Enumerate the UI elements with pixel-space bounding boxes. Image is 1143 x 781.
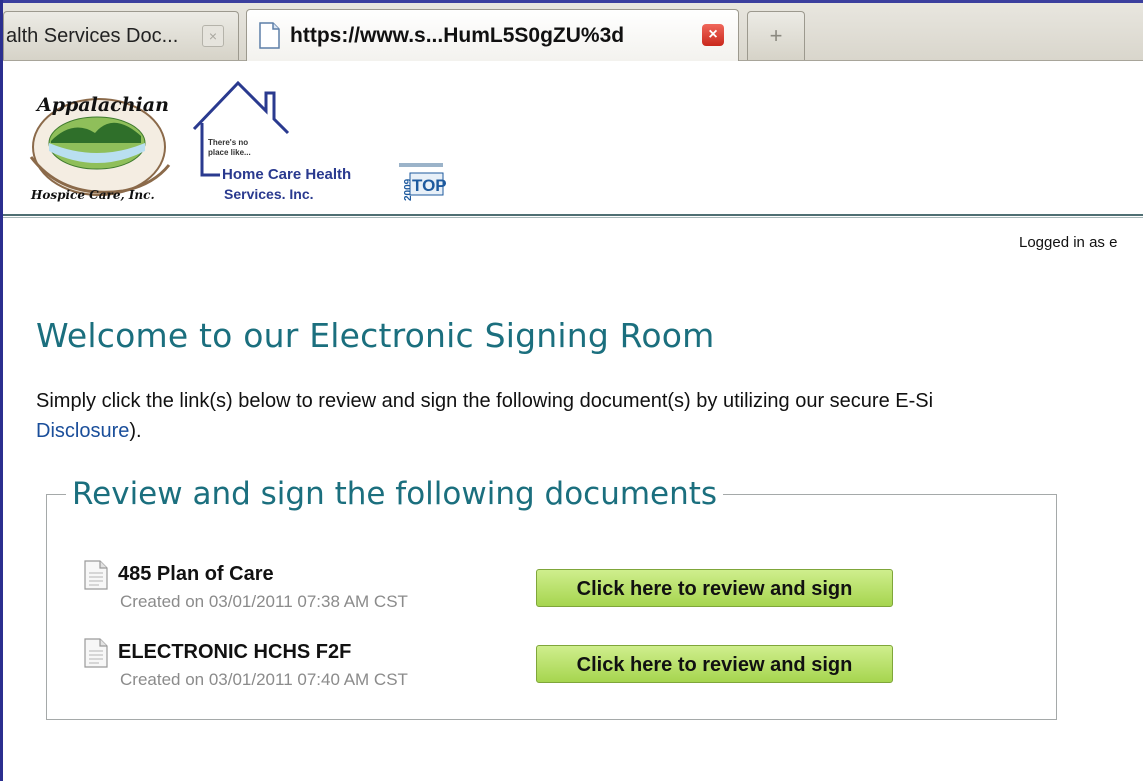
home-care-name-2: Services, Inc. xyxy=(224,186,314,199)
tab-title: https://www.s...HumL5S0gZU%3d xyxy=(290,23,625,47)
plus-icon: + xyxy=(769,23,783,48)
review-and-sign-button[interactable]: Click here to review and sign xyxy=(536,645,893,683)
home-care-name-1: Home Care Health xyxy=(222,166,351,183)
document-created-date: Created on 03/01/2011 07:40 AM CST xyxy=(120,670,408,689)
document-title: ELECTRONIC HCHS F2F xyxy=(118,641,352,663)
intro-suffix: ). xyxy=(129,420,142,442)
document-title: 485 Plan of Care xyxy=(118,563,274,585)
close-tab-icon[interactable]: × xyxy=(202,25,224,47)
tab-title: alth Services Doc... xyxy=(6,24,179,47)
document-icon xyxy=(84,560,108,590)
document-icon xyxy=(84,638,108,668)
intro-paragraph: Simply click the link(s) below to review… xyxy=(36,386,1143,446)
appalachian-logo-text: Appalachian xyxy=(35,94,169,116)
page-title: Welcome to our Electronic Signing Room xyxy=(36,316,715,355)
browser-tab-bar: alth Services Doc... × https://www.s...H… xyxy=(3,3,1143,61)
top-agency-badge: 2009 TOP xyxy=(397,159,447,205)
new-tab-button[interactable]: + xyxy=(747,11,805,60)
appalachian-hospice-logo: Appalachian Hospice Care, Inc. xyxy=(29,94,171,202)
header-divider xyxy=(3,214,1143,216)
documents-legend: Review and sign the following documents xyxy=(66,476,724,512)
tab-health-services-doc[interactable]: alth Services Doc... × xyxy=(3,11,239,60)
logged-in-status: Logged in as e xyxy=(1019,234,1118,251)
home-care-tagline-2: place like... xyxy=(208,148,251,157)
close-tab-icon[interactable]: × xyxy=(702,24,724,46)
home-care-tagline-1: There's no xyxy=(208,138,248,147)
document-created-date: Created on 03/01/2011 07:38 AM CST xyxy=(120,592,408,611)
badge-label: TOP xyxy=(412,176,447,195)
tab-signing-room[interactable]: https://www.s...HumL5S0gZU%3d × xyxy=(246,9,739,61)
header-divider-light xyxy=(3,217,1143,218)
home-care-health-logo: There's no place like... Home Care Healt… xyxy=(192,80,351,199)
review-and-sign-button[interactable]: Click here to review and sign xyxy=(536,569,893,607)
intro-text: Simply click the link(s) below to review… xyxy=(36,390,934,412)
hospice-logo-text: Hospice Care, Inc. xyxy=(30,188,155,202)
site-header: Appalachian Hospice Care, Inc. There's n… xyxy=(3,61,1143,217)
page-icon xyxy=(259,22,280,49)
disclosure-link[interactable]: Disclosure xyxy=(36,420,129,442)
